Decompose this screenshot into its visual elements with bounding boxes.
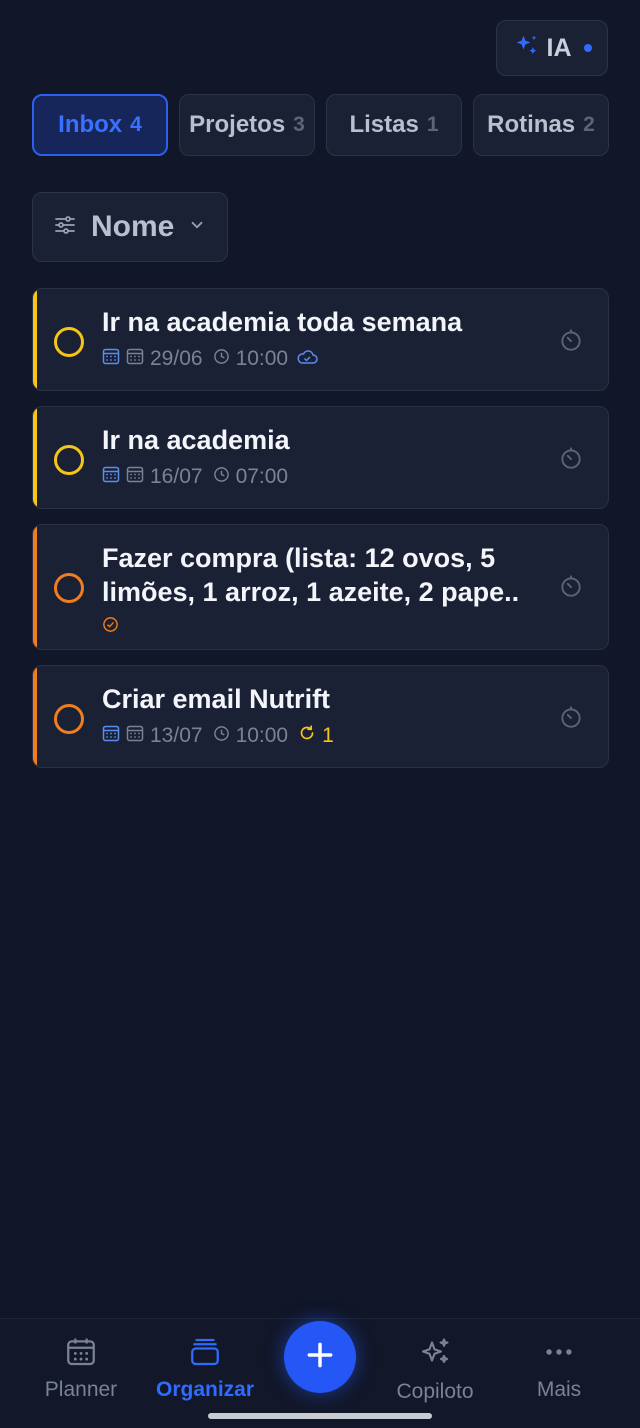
- tab-label: Rotinas: [487, 111, 576, 138]
- nav-planner[interactable]: Planner: [21, 1335, 141, 1402]
- calendar-icon: [102, 465, 120, 489]
- tab-label: Listas: [349, 111, 419, 138]
- nav-mais[interactable]: Mais: [499, 1335, 619, 1402]
- task-item[interactable]: Criar email Nutrift 13/07 10:00 1: [32, 665, 609, 768]
- task-title: Criar email Nutrift: [102, 684, 331, 714]
- priority-stripe: [33, 289, 37, 390]
- nav-label: Planner: [44, 1378, 118, 1401]
- home-indicator: [208, 1413, 432, 1419]
- nav-organizar[interactable]: Organizar: [145, 1335, 265, 1402]
- calendar-icon: [126, 465, 144, 489]
- task-title-line: Fazer compra (lista: 12 ovos, 5: [102, 543, 496, 573]
- task-item[interactable]: Ir na academia toda semana 29/06 10:00: [32, 288, 609, 391]
- tab-projetos[interactable]: Projetos 3: [179, 94, 315, 156]
- sparkles-icon: [417, 1338, 453, 1375]
- tab-label: Projetos: [189, 111, 286, 138]
- priority-stripe: [33, 666, 37, 767]
- calendar-icon: [102, 724, 120, 748]
- nav-copiloto[interactable]: Copiloto: [375, 1335, 495, 1404]
- stack-icon: [188, 1338, 222, 1373]
- tab-count: 2: [583, 113, 595, 136]
- nav-label: Copiloto: [396, 1380, 474, 1403]
- cloud-check-icon: [296, 347, 318, 371]
- nav-label: Organizar: [155, 1378, 255, 1401]
- task-date: 29/06: [150, 347, 203, 370]
- calendar-icon: [126, 724, 144, 748]
- task-title: Ir na academia: [102, 425, 290, 455]
- repeat-count: 1: [322, 724, 334, 747]
- chevron-down-icon: [188, 216, 206, 239]
- clock-icon: [213, 465, 230, 489]
- nav-label: Mais: [536, 1378, 582, 1401]
- clock-icon: [213, 724, 230, 748]
- task-item[interactable]: Fazer compra (lista: 12 ovos, 5 limões, …: [32, 524, 609, 650]
- ia-button[interactable]: IA: [496, 20, 608, 76]
- task-list: Ir na academia toda semana 29/06 10:00 I…: [32, 288, 609, 783]
- tab-listas[interactable]: Listas 1: [326, 94, 462, 156]
- add-task-button[interactable]: [284, 1321, 356, 1393]
- task-item[interactable]: Ir na academia 16/07 07:00: [32, 406, 609, 509]
- tab-count: 4: [130, 113, 142, 136]
- tab-rotinas[interactable]: Rotinas 2: [473, 94, 609, 156]
- priority-stripe: [33, 525, 37, 649]
- tab-inbox[interactable]: Inbox 4: [32, 94, 168, 156]
- complete-checkbox[interactable]: [54, 573, 84, 603]
- clock-icon: [213, 347, 230, 371]
- sliders-icon: [53, 213, 77, 242]
- bottom-nav: Planner Organizar Copiloto Mais: [0, 1318, 640, 1428]
- task-meta: [102, 615, 548, 639]
- task-time: 10:00: [235, 347, 289, 370]
- timer-icon[interactable]: [558, 327, 584, 358]
- task-meta: 16/07 07:00: [102, 465, 548, 489]
- complete-checkbox[interactable]: [54, 704, 84, 734]
- sort-label: Nome: [91, 210, 175, 243]
- task-time: 10:00: [235, 724, 289, 747]
- timer-icon[interactable]: [558, 704, 584, 735]
- tab-count: 1: [426, 113, 439, 136]
- sort-dropdown[interactable]: Nome: [32, 192, 228, 262]
- ia-status-dot: [583, 44, 592, 52]
- complete-checkbox[interactable]: [54, 445, 84, 475]
- tab-count: 3: [293, 113, 305, 136]
- task-title-line: limões, 1 arroz, 1 azeite, 2 pape..: [102, 577, 520, 607]
- sparkles-icon: [513, 32, 541, 65]
- tab-bar: Inbox 4 Projetos 3 Listas 1 Rotinas 2: [32, 94, 609, 156]
- task-date: 13/07: [150, 724, 203, 747]
- priority-stripe: [33, 407, 37, 508]
- repeat-icon: [298, 724, 316, 748]
- task-date: 16/07: [150, 465, 203, 488]
- plus-icon: [304, 1339, 336, 1376]
- timer-icon[interactable]: [558, 573, 584, 604]
- calendar-icon: [64, 1338, 98, 1373]
- task-meta: 13/07 10:00 1: [102, 724, 548, 748]
- complete-checkbox[interactable]: [54, 327, 84, 357]
- tab-label: Inbox: [58, 111, 123, 138]
- calendar-icon: [126, 347, 144, 371]
- check-circle-icon: [102, 615, 119, 639]
- calendar-icon: [102, 347, 120, 371]
- task-time: 07:00: [235, 465, 289, 488]
- task-meta: 29/06 10:00: [102, 347, 548, 371]
- task-title: Ir na academia toda semana: [102, 307, 463, 337]
- more-dots-icon: [542, 1349, 576, 1373]
- ia-label: IA: [546, 33, 572, 62]
- timer-icon[interactable]: [558, 445, 584, 476]
